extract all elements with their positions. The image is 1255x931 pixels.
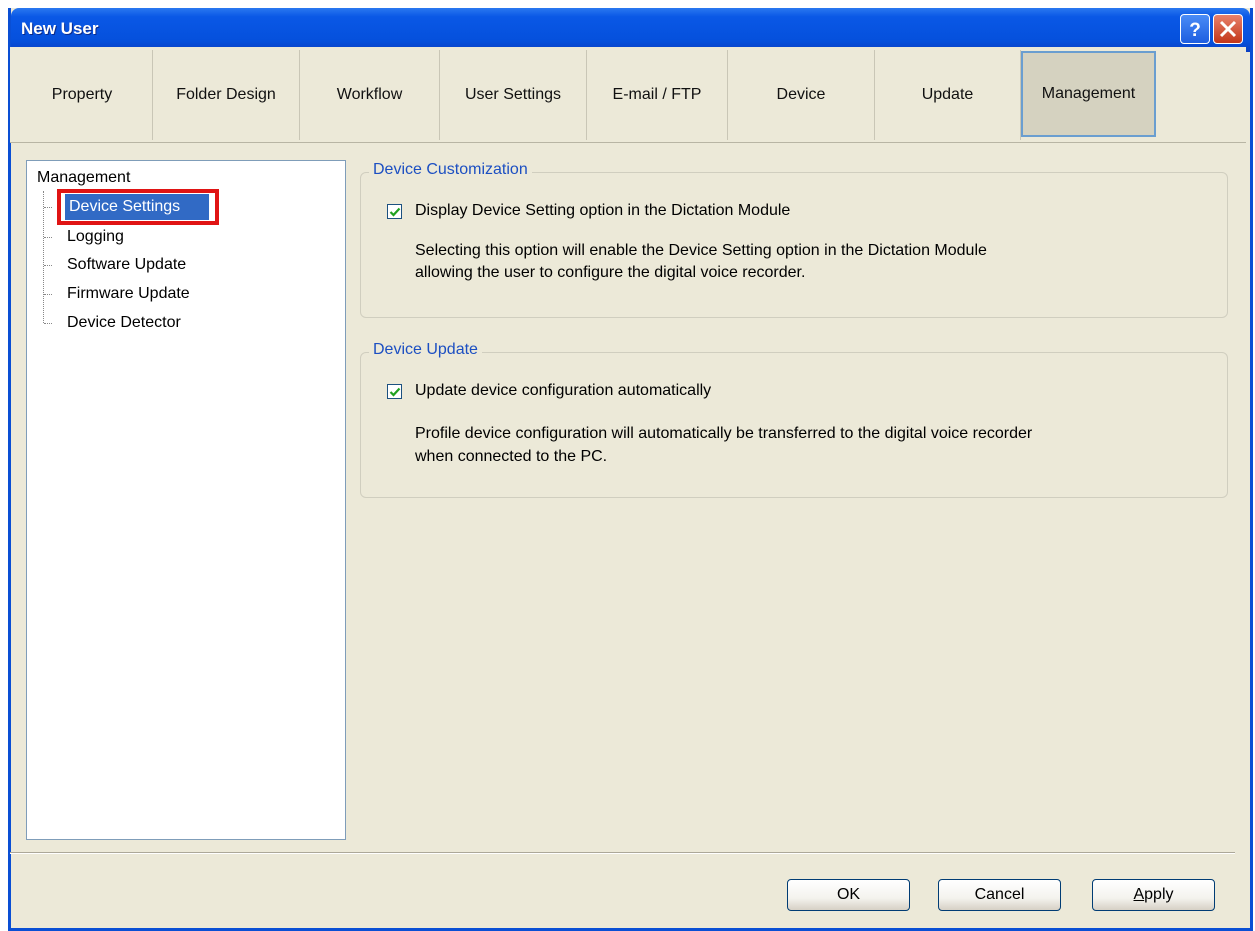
footer-separator [10, 852, 1235, 854]
device-customization-group: Device Customization Display Device Sett… [360, 161, 1228, 318]
window-title: New User [21, 19, 99, 38]
ok-button[interactable]: OK [787, 879, 910, 911]
tree-item-logging[interactable]: Logging [67, 227, 124, 247]
device-update-description: Profile device configuration will automa… [415, 425, 1033, 442]
close-icon [1219, 20, 1237, 38]
annotation-highlight-box [57, 189, 219, 225]
help-icon: ? [1189, 20, 1201, 41]
tab-label: E-mail / FTP [612, 86, 702, 103]
tab-workflow[interactable]: Workflow [300, 50, 440, 140]
tree-item-software-update[interactable]: Software Update [67, 255, 186, 275]
display-device-setting-label[interactable]: Display Device Setting option in the Dic… [415, 202, 790, 220]
tree-connector [44, 207, 52, 208]
tab-device[interactable]: Device [728, 50, 875, 140]
tab-label: User Settings [464, 86, 562, 103]
update-config-auto-label[interactable]: Update device configuration automaticall… [415, 382, 711, 400]
tab-label: Management [1041, 85, 1136, 102]
display-device-setting-checkbox[interactable] [387, 204, 402, 219]
tree-connector [44, 265, 52, 266]
device-update-description: when connected to the PC. [415, 448, 608, 465]
device-customization-description: Selecting this option will enable the De… [415, 242, 987, 259]
tree-connector [43, 191, 44, 323]
svg-text:?: ? [1189, 20, 1201, 41]
tree-connector [44, 294, 52, 295]
tab-strip: Property Folder Design Workflow User Set… [10, 47, 1246, 143]
tab-property[interactable]: Property [12, 50, 153, 140]
access-key: A [1133, 886, 1145, 903]
tab-folder-design[interactable]: Folder Design [153, 50, 300, 140]
tree-connector [44, 323, 52, 324]
cancel-button[interactable]: Cancel [938, 879, 1061, 911]
apply-button[interactable]: Apply [1092, 879, 1215, 911]
update-config-auto-checkbox[interactable] [387, 384, 402, 399]
checkmark-icon [389, 387, 401, 397]
tab-label: Property [51, 86, 113, 103]
tab-label: Folder Design [176, 86, 276, 103]
checkmark-icon [389, 207, 401, 217]
settings-tree[interactable]: Management Device Settings Logging Softw… [26, 160, 346, 840]
tab-label: Workflow [336, 86, 403, 103]
tab-management[interactable]: Management [1021, 51, 1156, 137]
tab-user-settings[interactable]: User Settings [440, 50, 587, 140]
tab-update[interactable]: Update [875, 50, 1021, 140]
close-button[interactable] [1213, 14, 1243, 44]
tab-label: Update [921, 86, 974, 103]
tree-root-management[interactable]: Management [37, 168, 130, 188]
device-customization-description: allowing the user to configure the digit… [415, 264, 806, 281]
tree-item-firmware-update[interactable]: Firmware Update [67, 284, 190, 304]
tab-email-ftp[interactable]: E-mail / FTP [587, 50, 728, 140]
tab-label: Device [776, 86, 826, 103]
device-customization-title: Device Customization [369, 161, 532, 179]
tree-item-device-detector[interactable]: Device Detector [67, 313, 181, 333]
tree-connector [44, 237, 52, 238]
title-bar[interactable]: New User ? [11, 8, 1250, 52]
device-update-title: Device Update [369, 341, 482, 359]
device-update-group: Device Update Update device configuratio… [360, 341, 1228, 498]
help-button[interactable]: ? [1180, 14, 1210, 44]
